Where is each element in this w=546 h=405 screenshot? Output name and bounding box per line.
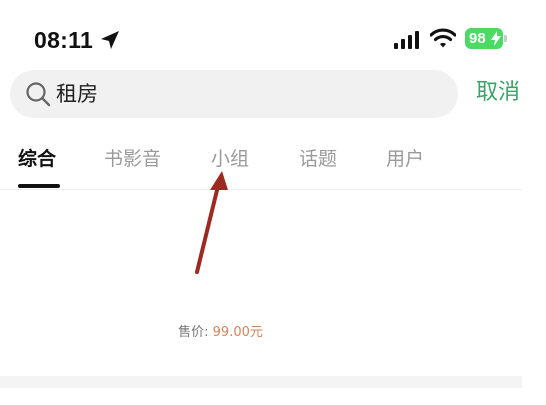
search-icon — [26, 82, 51, 107]
tab-topics[interactable]: 话题 — [299, 145, 337, 173]
price-label: 售价: — [178, 325, 209, 340]
annotation-arrow-icon — [195, 171, 228, 274]
battery-cap — [504, 35, 507, 42]
status-bar: 08:11 98 — [0, 0, 546, 62]
charging-bolt-icon — [491, 31, 501, 46]
search-query: 租房 — [56, 82, 98, 106]
battery-level: 98 — [469, 30, 486, 47]
tab-divider — [0, 189, 522, 190]
price-value: 99.00元 — [212, 325, 263, 340]
tab-books-movies-music[interactable]: 书影音 — [104, 145, 161, 173]
price-row: 售价: 99.00元 — [0, 323, 546, 343]
signal-icon — [394, 31, 419, 49]
location-arrow-icon — [101, 31, 119, 49]
status-time: 08:11 — [34, 27, 94, 53]
tab-users[interactable]: 用户 — [386, 145, 424, 173]
search-input[interactable]: 租房 — [10, 70, 458, 118]
screen: 08:11 98 租房 取消 综合 书影音 小组 话题 用户 售价: 99.00… — [0, 0, 546, 405]
cancel-button[interactable]: 取消 — [476, 78, 520, 108]
section-separator — [0, 376, 522, 388]
wifi-icon — [430, 28, 456, 48]
active-tab-indicator — [18, 184, 60, 188]
tab-overview[interactable]: 综合 — [18, 145, 56, 173]
